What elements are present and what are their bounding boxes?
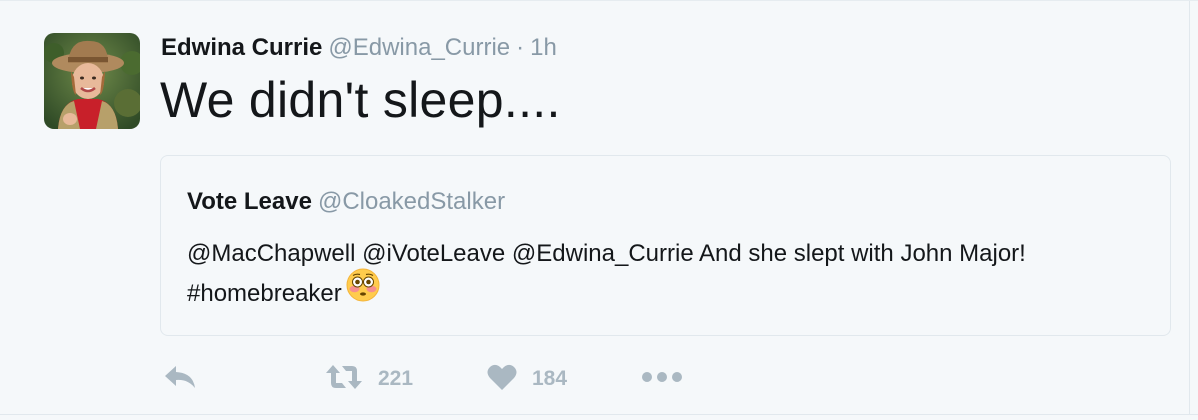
author-handle[interactable]: @Edwina_Currie [328,34,510,61]
bottom-divider [0,414,1198,415]
heart-icon [486,362,518,397]
more-icon [640,370,684,388]
tweet-header: Edwina Currie @Edwina_Currie · 1h [161,32,557,64]
like-button[interactable]: 184 [486,359,567,399]
reply-icon [162,362,198,397]
like-count: 184 [532,367,568,390]
flushed-face-icon [346,268,380,315]
reply-button[interactable] [162,359,198,399]
quoted-author-handle: @CloakedStalker [317,188,506,215]
more-button[interactable] [640,359,684,399]
quoted-header: Vote Leave @CloakedStalker [187,186,505,218]
profile-photo-icon [44,33,140,129]
tweet-text: We didn't sleep.... [160,72,561,128]
retweet-count: 221 [378,367,414,390]
author-name[interactable]: Edwina Currie [161,34,322,61]
quoted-text-block: @MacChapwell @iVoteLeave @Edwina_Currie … [187,234,1127,315]
quoted-text: @MacChapwell @iVoteLeave @Edwina_Currie … [187,240,1026,307]
avatar[interactable] [44,33,140,129]
separator: · [516,34,525,61]
quoted-author-name: Vote Leave [187,188,312,215]
quoted-tweet[interactable]: Vote Leave @CloakedStalker @MacChapwell @… [160,155,1171,336]
retweet-icon [324,362,364,397]
retweet-button[interactable]: 221 [324,359,413,399]
tweet-card: Edwina Currie @Edwina_Currie · 1h We didn't… [0,0,1198,420]
timestamp[interactable]: 1h [530,34,557,61]
right-divider [1189,1,1190,415]
